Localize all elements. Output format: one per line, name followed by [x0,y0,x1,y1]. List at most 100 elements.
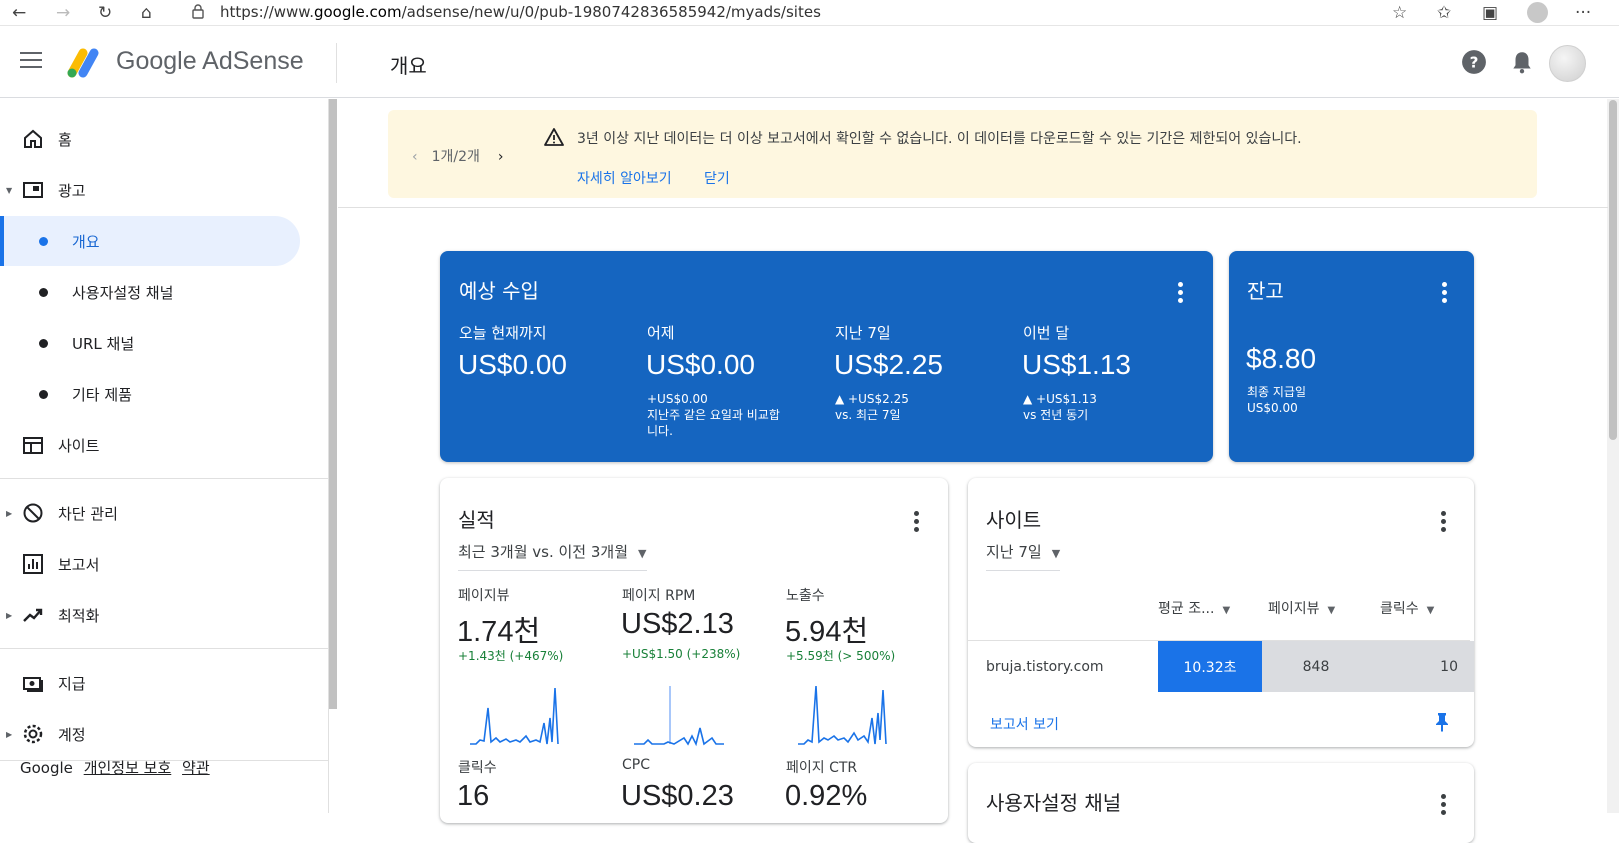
ads-icon [23,182,43,198]
sidebar-scrollbar[interactable] [329,99,337,709]
menu-icon[interactable] [20,52,42,68]
metric-value: US$0.00 [646,349,755,380]
trending-up-icon [23,608,43,622]
metric-label: 페이지 CTR [786,760,858,776]
more-vert-icon[interactable] [914,511,920,532]
metric-label: 오늘 현재까지 [459,324,547,342]
sidebar-item-url-channels[interactable]: URL 채널 [0,318,300,368]
app-header: Google AdSense 개요 ? [0,27,1619,98]
main-scrollbar-thumb[interactable] [1609,100,1617,440]
metric-comparison: ▲ +US$2.25 vs. 최근 7일 [835,391,909,423]
metric-label: CPC [622,757,650,773]
help-icon[interactable]: ? [1461,49,1487,75]
metric-note: 지난주 같은 요일과 비교합 [647,408,780,422]
dropdown-arrow-icon: ▼ [638,547,647,560]
sidebar-item-custom-channels[interactable]: 사용자설정 채널 [0,267,300,317]
more-vert-icon[interactable] [1178,282,1184,303]
caret-right-icon: ▶ [6,508,13,518]
sidebar-item-reports[interactable]: 보고서 [0,539,300,589]
header-divider [336,43,337,83]
sort-arrow-icon: ▼ [1222,605,1231,616]
sites-range-dropdown[interactable]: 지난 7일 ▼ [986,541,1061,571]
metric-change: +5.59천 (> 500%) [786,649,896,663]
reload-icon[interactable]: ↻ [98,3,112,23]
dismiss-button[interactable]: 닫기 [704,168,730,188]
sidebar-item-sites[interactable]: 사이트 [0,420,300,470]
metric-change: +1.43천 (+467%) [458,649,564,663]
back-icon[interactable]: ← [12,3,26,23]
metric-label: 어제 [647,324,675,342]
date-range-dropdown[interactable]: 최근 3개월 vs. 이전 3개월 ▼ [458,541,647,571]
sidebar-item-blocking-controls[interactable]: ▶ 차단 관리 [0,488,300,538]
column-header-avg-duration[interactable]: 평균 조... ▼ [1158,598,1230,618]
favorites-list-icon[interactable]: ✩ [1437,3,1451,23]
browser-toolbar: ← → ↻ ⌂ https://www.google.com/adsense/n… [0,0,1619,26]
balance-card: 잔고 $8.80 최종 지급일 US$0.00 [1229,251,1474,462]
address-bar[interactable]: https://www.google.com/adsense/new/u/0/p… [180,0,1375,24]
metric-note: vs. 최근 7일 [835,408,901,422]
sort-arrow-icon: ▼ [1327,605,1336,616]
sidebar-divider [0,478,329,479]
metric-value: US$0.00 [458,349,567,380]
payments-icon [23,677,43,692]
page-title: 개요 [390,54,427,78]
sidebar-item-home[interactable]: 홈 [0,114,300,164]
learn-more-link[interactable]: 자세히 알아보기 [577,168,672,188]
metric-value: US$2.25 [834,349,943,380]
profile-icon[interactable] [1527,2,1548,23]
more-vert-icon[interactable] [1442,282,1448,303]
account-avatar[interactable] [1549,45,1586,82]
metric-label: 이번 달 [1023,324,1070,342]
sites-icon [23,437,43,454]
svg-text:?: ? [1470,53,1479,71]
avg-duration-cell: 10.32초 [1158,641,1262,692]
adsense-logo [67,48,99,78]
forward-icon[interactable]: → [56,3,70,23]
last-payment: 최종 지급일 US$0.00 [1247,384,1306,416]
pin-icon[interactable] [1434,712,1450,732]
sidebar-item-other-products[interactable]: 기타 제품 [0,369,300,419]
home-icon [24,129,42,148]
more-icon[interactable]: ··· [1575,3,1591,23]
reports-icon [23,554,43,574]
column-header-pageviews[interactable]: 페이지뷰 ▼ [1268,598,1335,618]
more-vert-icon[interactable] [1441,794,1447,815]
metric-value: US$2.13 [621,608,734,640]
favorite-star-icon[interactable]: ☆ [1392,3,1407,23]
notifications-bell-icon[interactable] [1509,49,1535,75]
privacy-link[interactable]: 개인정보 보호 [84,759,172,777]
home-icon[interactable]: ⌂ [141,3,152,23]
sidebar-item-ads[interactable]: ▼ 광고 [0,165,300,215]
sidebar-item-overview[interactable]: 개요 [0,216,300,266]
chevron-left-icon[interactable]: ‹ [412,149,418,165]
block-icon [23,503,43,523]
sidebar-divider [0,648,329,649]
metric-comparison: +US$0.00 지난주 같은 요일과 비교합 니다. [647,391,780,439]
sites-card: 사이트 지난 7일 ▼ 평균 조... ▼ 페이지뷰 ▼ 클릭수 ▼ 보고서 보기 [968,478,1474,747]
more-vert-icon[interactable] [1441,511,1447,532]
bullet-icon [39,389,48,399]
bullet-icon [39,287,48,297]
view-report-link[interactable]: 보고서 보기 [990,714,1059,734]
collections-icon[interactable]: ▣ [1482,3,1498,23]
sidebar-item-payments[interactable]: 지급 [0,658,300,708]
balance-value: $8.80 [1246,343,1317,374]
notice-banner: ‹ 1개/2개 › 3년 이상 지난 데이터는 더 이상 보고서에서 확인할 수 없… [388,110,1537,198]
terms-link[interactable]: 약관 [182,759,210,777]
table-row[interactable]: bruja.tistory.com 10.32초 848 10 [968,640,1474,692]
chevron-right-icon[interactable]: › [498,149,504,165]
bullet-icon [39,236,48,246]
metric-note: 니다. [647,424,673,438]
metric-delta: ▲ +US$2.25 [835,392,909,406]
earnings-title: 예상 수입 [459,279,539,303]
metric-label: 지난 7일 [835,324,891,342]
caret-down-icon: ▼ [6,185,13,195]
caret-right-icon: ▶ [6,729,13,739]
metric-label: 노출수 [786,588,825,604]
column-header-clicks[interactable]: 클릭수 ▼ [1380,598,1434,618]
column-label: 클릭수 [1380,601,1419,617]
sites-range-label: 지난 7일 [986,543,1042,561]
sidebar-item-account[interactable]: ▶ 계정 [0,709,300,759]
sidebar-item-optimization[interactable]: ▶ 최적화 [0,590,300,640]
metric-label: 페이지 RPM [622,588,696,604]
